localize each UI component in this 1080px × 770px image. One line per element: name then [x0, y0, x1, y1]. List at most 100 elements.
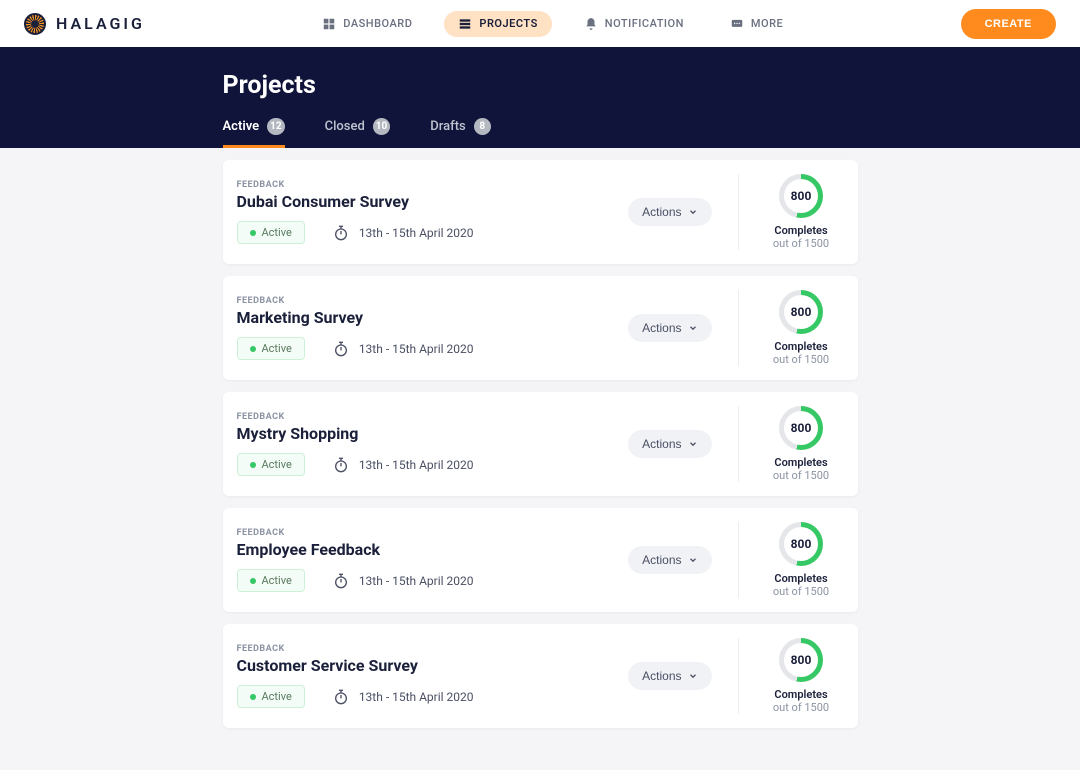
date-text: 13th - 15th April 2020: [359, 458, 474, 472]
bell-icon: [584, 17, 598, 31]
actions-button[interactable]: Actions: [628, 546, 711, 574]
actions-button[interactable]: Actions: [628, 314, 711, 342]
stopwatch-icon: [333, 341, 349, 357]
card-actions: Actions: [628, 546, 711, 574]
completes-value: 800: [791, 305, 812, 319]
card-actions: Actions: [628, 662, 711, 690]
card-actions: Actions: [628, 198, 711, 226]
nav-more-label: MORE: [751, 17, 783, 30]
chevron-down-icon: [688, 671, 698, 681]
completes-sub: out of 1500: [765, 237, 838, 250]
tab-active-count: 12: [267, 118, 284, 135]
card-actions: Actions: [628, 430, 711, 458]
card-meta-row: Active 13th - 15th April 2020: [237, 453, 629, 476]
logo-icon: [24, 13, 46, 35]
nav-more[interactable]: MORE: [716, 11, 797, 37]
project-card: FEEDBACK Customer Service Survey Active …: [223, 624, 858, 728]
card-stats: 800 Completes out of 1500: [738, 522, 838, 598]
status-dot-icon: [250, 230, 256, 236]
card-main: FEEDBACK Employee Feedback Active 13th -…: [237, 528, 629, 592]
actions-label: Actions: [642, 321, 681, 335]
nav-notification-label: NOTIFICATION: [605, 17, 684, 30]
chevron-down-icon: [688, 323, 698, 333]
card-actions: Actions: [628, 314, 711, 342]
card-stats: 800 Completes out of 1500: [738, 290, 838, 366]
card-kicker: FEEDBACK: [237, 296, 629, 306]
date-range: 13th - 15th April 2020: [333, 457, 474, 473]
topbar: HALAGIG DASHBOARD PROJECTS NOTIFICATION …: [0, 0, 1080, 47]
completes-value: 800: [791, 189, 812, 203]
actions-button[interactable]: Actions: [628, 430, 711, 458]
card-title: Employee Feedback: [237, 540, 629, 559]
chevron-down-icon: [688, 439, 698, 449]
card-kicker: FEEDBACK: [237, 412, 629, 422]
completes-label: Completes: [765, 688, 838, 701]
card-kicker: FEEDBACK: [237, 180, 629, 190]
date-range: 13th - 15th April 2020: [333, 689, 474, 705]
status-pill: Active: [237, 221, 305, 244]
card-stats: 800 Completes out of 1500: [738, 406, 838, 482]
dashboard-icon: [322, 17, 336, 31]
projects-icon: [458, 17, 472, 31]
top-nav: DASHBOARD PROJECTS NOTIFICATION MORE: [308, 11, 797, 37]
status-dot-icon: [250, 346, 256, 352]
card-kicker: FEEDBACK: [237, 644, 629, 654]
tab-drafts[interactable]: Drafts 8: [430, 118, 490, 148]
status-pill: Active: [237, 569, 305, 592]
date-range: 13th - 15th April 2020: [333, 225, 474, 241]
completes-label: Completes: [765, 456, 838, 469]
chevron-down-icon: [688, 207, 698, 217]
card-title: Customer Service Survey: [237, 656, 629, 675]
completes-sub: out of 1500: [765, 353, 838, 366]
completes-label: Completes: [765, 572, 838, 585]
more-icon: [730, 17, 744, 31]
nav-dashboard[interactable]: DASHBOARD: [308, 11, 426, 37]
actions-button[interactable]: Actions: [628, 198, 711, 226]
nav-projects-label: PROJECTS: [479, 17, 537, 30]
card-stats: 800 Completes out of 1500: [738, 174, 838, 250]
actions-label: Actions: [642, 553, 681, 567]
tab-closed-count: 10: [373, 118, 390, 135]
card-main: FEEDBACK Customer Service Survey Active …: [237, 644, 629, 708]
tab-active[interactable]: Active 12: [223, 118, 285, 148]
nav-projects[interactable]: PROJECTS: [444, 11, 551, 37]
actions-label: Actions: [642, 437, 681, 451]
status-dot-icon: [250, 462, 256, 468]
completes-sub: out of 1500: [765, 585, 838, 598]
status-pill: Active: [237, 685, 305, 708]
brand-name: HALAGIG: [56, 14, 145, 33]
completes-ring: 800: [779, 522, 823, 566]
page-title: Projects: [223, 71, 858, 100]
card-main: FEEDBACK Dubai Consumer Survey Active 13…: [237, 180, 629, 244]
tab-closed-label: Closed: [325, 119, 365, 134]
project-card: FEEDBACK Employee Feedback Active 13th -…: [223, 508, 858, 612]
project-list: FEEDBACK Dubai Consumer Survey Active 13…: [223, 148, 858, 770]
status-pill: Active: [237, 337, 305, 360]
actions-button[interactable]: Actions: [628, 662, 711, 690]
completes-value: 800: [791, 537, 812, 551]
card-meta-row: Active 13th - 15th April 2020: [237, 221, 629, 244]
completes-label: Completes: [765, 224, 838, 237]
completes-ring: 800: [779, 174, 823, 218]
tab-active-label: Active: [223, 119, 260, 134]
completes-value: 800: [791, 653, 812, 667]
nav-notification[interactable]: NOTIFICATION: [570, 11, 698, 37]
stopwatch-icon: [333, 457, 349, 473]
card-title: Marketing Survey: [237, 308, 629, 327]
card-meta-row: Active 13th - 15th April 2020: [237, 569, 629, 592]
tabs: Active 12 Closed 10 Drafts 8: [223, 118, 858, 148]
date-text: 13th - 15th April 2020: [359, 690, 474, 704]
card-meta-row: Active 13th - 15th April 2020: [237, 685, 629, 708]
brand-block: HALAGIG: [24, 13, 145, 35]
card-stats: 800 Completes out of 1500: [738, 638, 838, 714]
hero-section: Projects Active 12 Closed 10 Drafts 8: [0, 47, 1080, 148]
stopwatch-icon: [333, 689, 349, 705]
tab-closed[interactable]: Closed 10: [325, 118, 391, 148]
stopwatch-icon: [333, 225, 349, 241]
project-card: FEEDBACK Dubai Consumer Survey Active 13…: [223, 160, 858, 264]
completes-ring: 800: [779, 406, 823, 450]
project-card: FEEDBACK Mystry Shopping Active 13th - 1…: [223, 392, 858, 496]
completes-sub: out of 1500: [765, 469, 838, 482]
date-text: 13th - 15th April 2020: [359, 574, 474, 588]
create-button[interactable]: CREATE: [961, 9, 1056, 39]
